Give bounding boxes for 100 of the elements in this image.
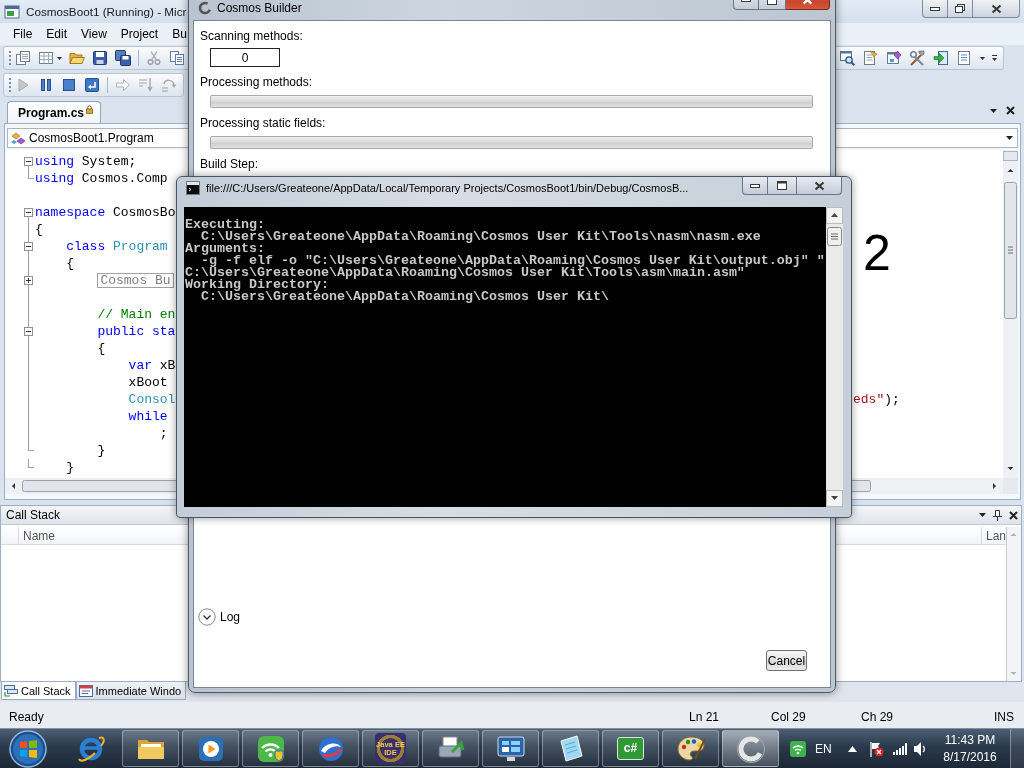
code-line: ; <box>159 426 168 441</box>
caret-up-icon[interactable] <box>847 745 857 752</box>
grid-icon[interactable] <box>38 50 54 66</box>
stop-icon[interactable] <box>61 76 77 93</box>
code-line: var xB <box>128 358 176 373</box>
menu-item[interactable]: Edit <box>40 25 74 43</box>
log-expander[interactable]: Log <box>198 608 241 626</box>
taskbar-button[interactable] <box>122 730 179 767</box>
field-label: Processing static fields: <box>200 116 326 130</box>
window-icon <box>78 684 93 697</box>
show-desktop-button[interactable] <box>1010 729 1024 768</box>
maximize-button[interactable] <box>768 177 797 195</box>
code-line: eds"); <box>853 392 900 407</box>
panel-tab[interactable]: Immediate Windo <box>75 682 187 700</box>
panel-tab[interactable]: Call Stack <box>1 682 76 700</box>
collapse-icon[interactable] <box>24 208 33 217</box>
clock-time[interactable]: 11:43 PM <box>944 731 996 749</box>
folder-icon[interactable] <box>69 50 85 66</box>
pin-icon[interactable] <box>993 509 1002 521</box>
grip-icon[interactable] <box>8 76 12 93</box>
close-icon[interactable] <box>1006 106 1015 115</box>
save-icon[interactable] <box>92 50 108 66</box>
character-number: Ch 29 <box>861 709 894 724</box>
wifi-icon[interactable] <box>790 740 806 757</box>
close-button[interactable] <box>797 177 842 195</box>
window-title: Cosmos Builder <box>217 0 302 15</box>
tools-icon[interactable] <box>909 50 925 66</box>
document-icon[interactable] <box>862 50 878 66</box>
collapse-icon[interactable] <box>24 157 33 166</box>
console-line: C:\Users\Greateone\AppData\Roaming\Cosmos User Kit\ <box>201 291 609 303</box>
grip-icon[interactable] <box>8 50 12 66</box>
panel-title: Call Stack <box>6 508 61 522</box>
taskbar-button[interactable] <box>422 730 479 767</box>
maximize-icon <box>777 181 787 190</box>
restore-button[interactable] <box>948 0 973 18</box>
console-line: Arguments: <box>185 243 265 255</box>
menu-item[interactable]: File <box>7 25 39 43</box>
restart-icon[interactable] <box>84 76 100 93</box>
code-line: xBoot <box>128 375 168 390</box>
caret-icon[interactable] <box>57 56 62 60</box>
flag-icon[interactable] <box>867 740 884 757</box>
language-indicator[interactable]: EN <box>815 741 832 756</box>
column-header[interactable]: Lan <box>986 528 1007 543</box>
taskbar-button[interactable] <box>302 730 359 767</box>
collapse-icon[interactable] <box>24 327 33 336</box>
code-line: using Cosmos.Comp <box>35 171 168 186</box>
taskbar-button[interactable]: c# <box>602 730 659 767</box>
vertical-scrollbar[interactable] <box>826 207 843 507</box>
menu-item[interactable]: Project <box>114 25 165 43</box>
document-tab[interactable]: Program.cs <box>7 101 102 123</box>
collapse-icon[interactable] <box>24 242 33 251</box>
search-icon[interactable] <box>838 50 855 66</box>
arrow-box-icon[interactable] <box>932 50 949 66</box>
field-label: Processing methods: <box>200 75 313 89</box>
code-line: { <box>66 256 74 271</box>
minimize-button[interactable] <box>922 0 948 18</box>
taskbar-button[interactable] <box>182 730 239 767</box>
app-icon <box>4 3 20 20</box>
taskbar-button[interactable] <box>482 730 539 767</box>
overflow-icon[interactable] <box>992 55 997 61</box>
speaker-icon[interactable] <box>913 741 926 756</box>
taskbar-button[interactable] <box>722 730 779 767</box>
app-tile: c# <box>616 737 645 760</box>
status-text: Ready <box>9 709 44 724</box>
save-all-icon[interactable] <box>115 50 131 66</box>
caret-icon[interactable] <box>990 108 997 113</box>
minimize-button[interactable] <box>742 177 768 195</box>
close-button[interactable] <box>973 0 1020 18</box>
console-line: Working Directory: <box>185 279 329 291</box>
line-number: Ln 21 <box>689 709 720 724</box>
collapsed-region[interactable]: Cosmos Bu <box>97 273 174 288</box>
taskbar-button[interactable] <box>662 730 719 767</box>
cancel-button[interactable]: Cancel <box>766 650 807 671</box>
window-icon[interactable] <box>885 50 902 66</box>
field-label: Build Step: <box>200 157 259 171</box>
restore-icon <box>955 4 965 13</box>
clock-date[interactable]: 8/17/2016 <box>943 748 997 766</box>
caret-icon[interactable] <box>979 56 985 60</box>
vertical-scrollbar[interactable] <box>1003 150 1018 478</box>
documents-icon[interactable] <box>15 50 31 66</box>
menu-item[interactable]: Bu <box>166 25 187 43</box>
menu-item[interactable]: View <box>75 25 113 43</box>
expand-icon[interactable] <box>24 276 33 285</box>
chevron-down-icon <box>198 608 216 626</box>
column-header[interactable]: Name <box>23 528 55 543</box>
taskbar-button[interactable] <box>242 730 299 767</box>
list-icon[interactable] <box>956 50 972 66</box>
copy-icon[interactable] <box>169 50 185 66</box>
code-line: // Main en <box>97 307 176 322</box>
signal-icon[interactable] <box>892 742 907 755</box>
counter-field: 0 <box>210 48 280 67</box>
console-icon <box>186 180 200 195</box>
taskbar-button[interactable] <box>542 730 599 767</box>
start-button[interactable] <box>6 728 50 768</box>
insert-mode: INS <box>994 709 1014 724</box>
console-line: C:\Users\Greateone\AppData\Roaming\Cosmos User Kit\Tools\asm\main.asm" <box>185 267 745 279</box>
close-icon[interactable] <box>1009 510 1018 520</box>
caret-icon[interactable] <box>979 513 986 517</box>
pause-icon[interactable] <box>38 76 54 93</box>
vertical-scrollbar[interactable] <box>1006 527 1021 681</box>
